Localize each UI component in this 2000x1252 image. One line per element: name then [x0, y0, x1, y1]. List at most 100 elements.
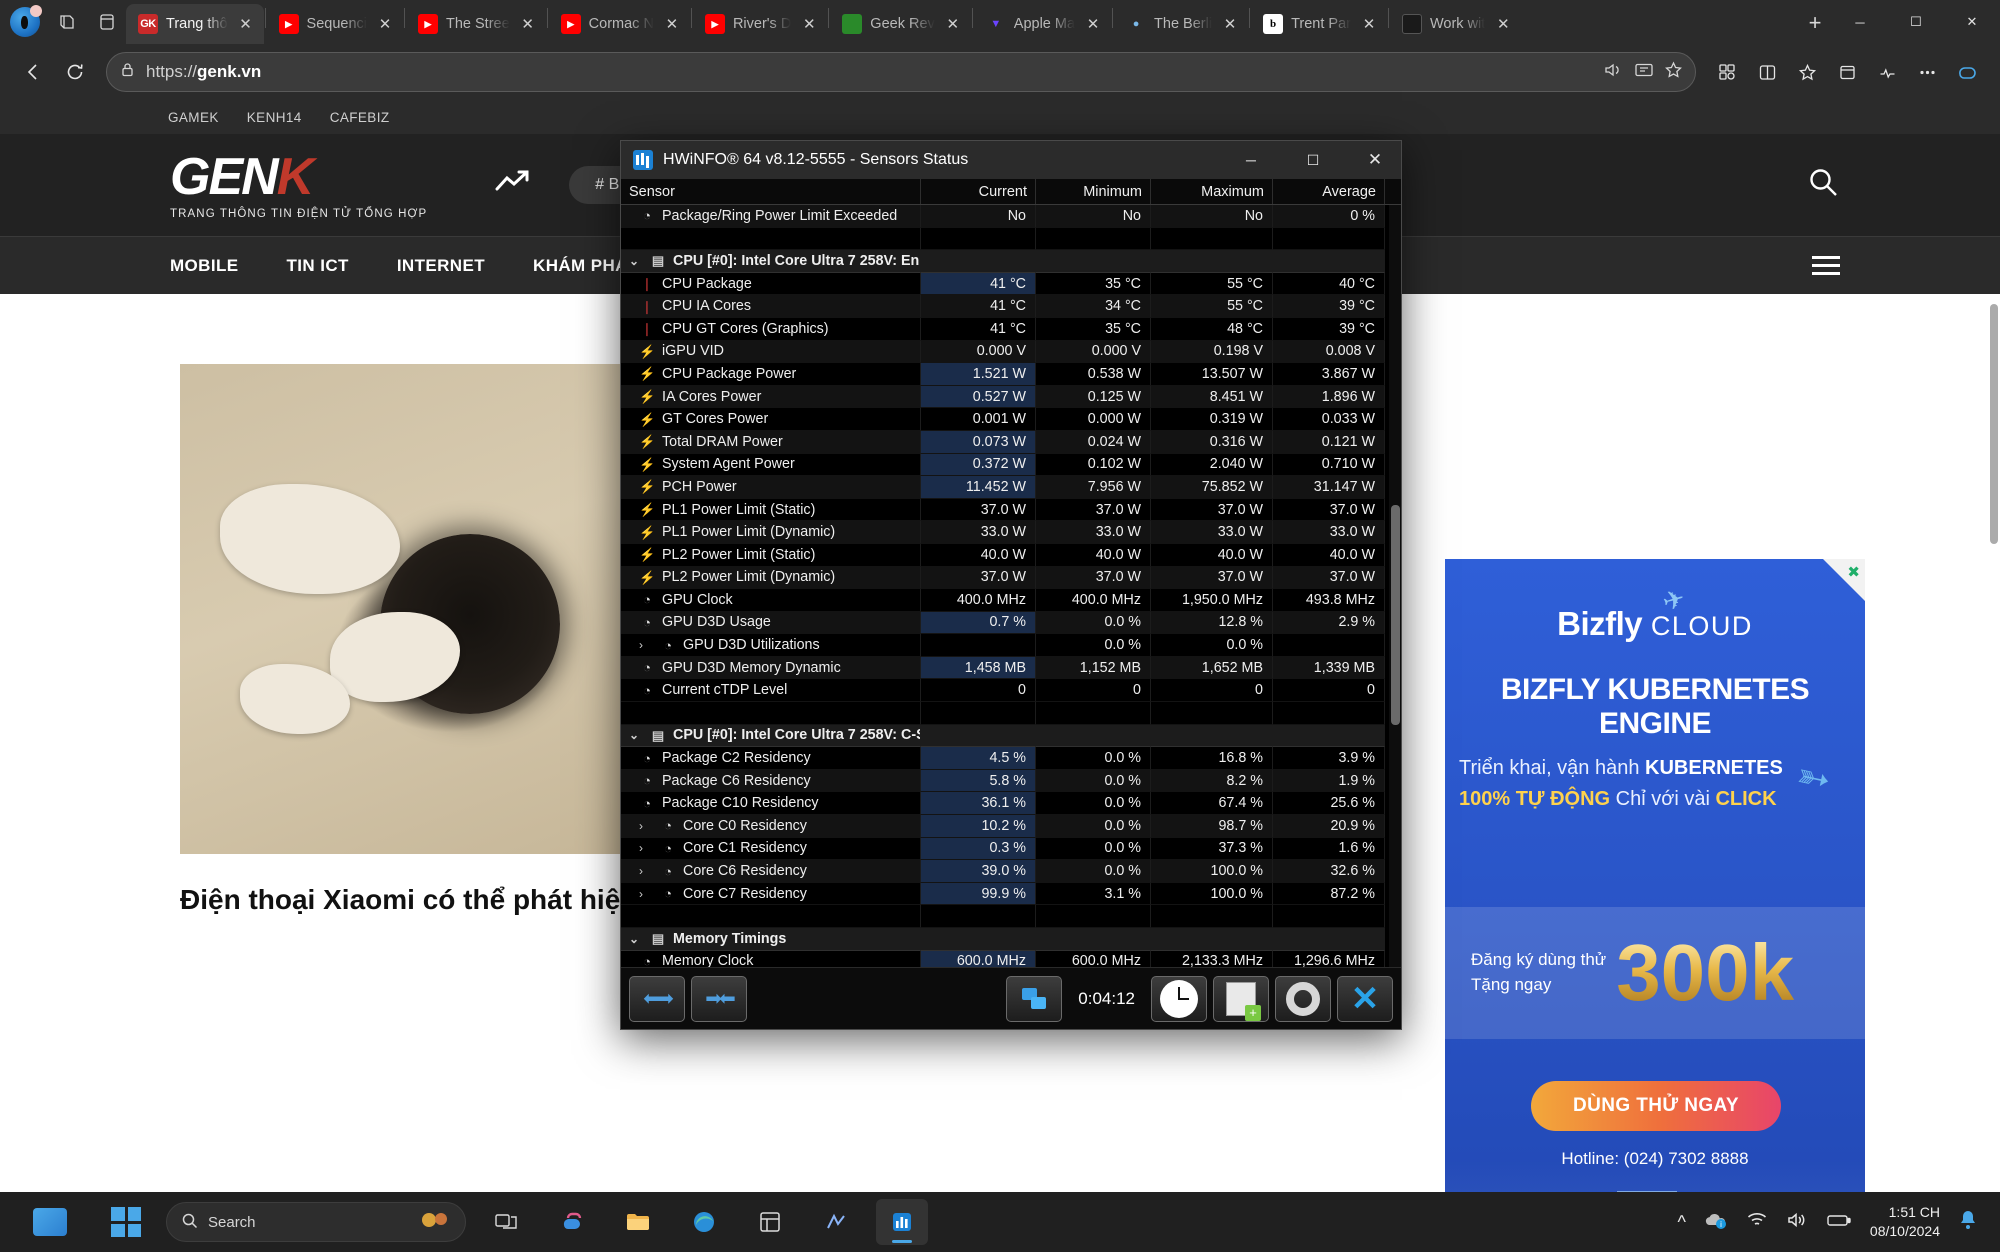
tab-close-icon[interactable]: ✕	[1083, 14, 1103, 34]
browser-tab-4[interactable]: River's D ✕	[693, 4, 827, 44]
hwinfo-sensor-row[interactable]: ◔ GPU D3D Memory Dynamic 1,458 MB 1,152 MB 1…	[621, 656, 1401, 680]
tab-collections-icon[interactable]	[54, 9, 80, 35]
browser-tab-2[interactable]: The Stree ✕	[406, 4, 546, 44]
hwinfo-sensor-row[interactable]: ⚡ GT Cores Power 0.001 W 0.000 W 0.319 W 0.03…	[621, 408, 1401, 431]
settings-button[interactable]	[1275, 975, 1331, 1022]
volume-icon[interactable]	[1786, 1211, 1808, 1234]
chevron-down-icon[interactable]: ⌄	[629, 254, 643, 268]
clock-button[interactable]	[1151, 975, 1207, 1022]
hwinfo-sensor-row[interactable]: ⚡ PL1 Power Limit (Dynamic) 33.0 W 33.0 W 33…	[621, 521, 1401, 544]
chevron-right-icon[interactable]: ›	[639, 638, 653, 652]
hwinfo-header-minimum[interactable]: Minimum	[1036, 179, 1151, 204]
hwinfo-sensor-row[interactable]: ⚡ PL2 Power Limit (Static) 40.0 W 40.0 W 40.…	[621, 543, 1401, 567]
split-screen-icon[interactable]	[1748, 53, 1786, 91]
notifications-bell-icon[interactable]	[1958, 1209, 1978, 1236]
hwinfo-group-row[interactable]: ⌄ ▤ Memory Timings	[621, 928, 1401, 951]
hwinfo-sensor-row[interactable]: ◔ Package C6 Residency 5.8 % 0.0 % 8.2 % 1.9 …	[621, 769, 1401, 793]
hwinfo-sensor-row[interactable]: ⚡ PL2 Power Limit (Dynamic) 37.0 W 37.0 W 37…	[621, 566, 1401, 590]
vertical-tabs-icon[interactable]	[94, 9, 120, 35]
reload-button-icon[interactable]	[56, 53, 94, 91]
browser-tab-6[interactable]: ▼ Apple Ma ✕	[974, 4, 1111, 44]
address-bar[interactable]: https://genk.vn	[106, 52, 1696, 92]
hwinfo-sensor-row[interactable]: ⚡ CPU Package Power 1.521 W 0.538 W 13.507 W…	[621, 363, 1401, 386]
tab-close-icon[interactable]: ✕	[1220, 14, 1240, 34]
hwinfo-sensor-row[interactable]: › ◔ Core C0 Residency 10.2 % 0.0 % 98.7 % 20.9…	[621, 815, 1401, 838]
chevron-down-icon[interactable]: ⌄	[629, 932, 643, 946]
hwinfo-sensor-row[interactable]: ◔ Memory Clock 600.0 MHz 600.0 MHz 2,133.3 M…	[621, 950, 1401, 967]
site-nav-khám-phá[interactable]: KHÁM PHÁ	[533, 256, 628, 276]
tray-expand-icon[interactable]: ^	[1677, 1212, 1685, 1233]
hwinfo-sensor-row[interactable]: › ◔ GPU D3D Utilizations 0.0 % 0.0 %	[621, 634, 1401, 657]
bookmark-kenh14[interactable]: KENH14	[247, 110, 302, 125]
bizfly-advertisement[interactable]: ✖ ✈ Bizfly CLOUD BIZFLY KUBERNETES ENGIN…	[1445, 559, 1865, 1192]
chevron-right-icon[interactable]: ›	[639, 887, 653, 901]
tab-close-icon[interactable]: ✕	[799, 14, 819, 34]
hwinfo-sensor-row[interactable]: ⚡ PL1 Power Limit (Static) 37.0 W 37.0 W 37.…	[621, 498, 1401, 522]
hwinfo-sensor-row[interactable]: ⚡ IA Cores Power 0.527 W 0.125 W 8.451 W 1.89…	[621, 385, 1401, 409]
hwinfo-sensor-row[interactable]: › ◔ Core C1 Residency 0.3 % 0.0 % 37.3 % 1.6 %	[621, 837, 1401, 861]
battery-icon[interactable]	[1826, 1212, 1852, 1233]
onedrive-icon[interactable]: i	[1704, 1211, 1728, 1234]
chevron-down-icon[interactable]: ⌄	[629, 728, 643, 742]
read-aloud-icon[interactable]	[1604, 62, 1624, 83]
tab-close-icon[interactable]: ✕	[1359, 14, 1379, 34]
collapse-columns-button[interactable]: ➡⬅	[691, 975, 747, 1022]
tab-close-icon[interactable]: ✕	[236, 14, 256, 34]
immersive-reader-icon[interactable]	[1634, 62, 1654, 83]
site-nav-tin-ict[interactable]: TIN ICT	[287, 256, 349, 276]
extensions-icon[interactable]	[1708, 53, 1746, 91]
bookmark-cafebiz[interactable]: CAFEBIZ	[330, 110, 390, 125]
start-button[interactable]	[100, 1199, 152, 1245]
browser-close-button[interactable]: ✕	[1944, 0, 2000, 44]
browser-tab-5[interactable]: Geek Rev ✕	[830, 4, 970, 44]
hwinfo-sensor-row[interactable]: ⚡ Total DRAM Power 0.073 W 0.024 W 0.316 W 0.…	[621, 430, 1401, 454]
profile-avatar-icon[interactable]	[10, 5, 42, 37]
tab-close-icon[interactable]: ✕	[1493, 14, 1513, 34]
tab-close-icon[interactable]: ✕	[943, 14, 963, 34]
hwinfo-sensor-row[interactable]: ◔ Current cTDP Level 0 0 0 0	[621, 679, 1401, 703]
hwinfo-sensor-row[interactable]: ◔ Package/Ring Power Limit Exceeded No No No…	[621, 205, 1401, 228]
hwinfo-sensor-row[interactable]: › ◔ Core C6 Residency 39.0 % 0.0 % 100.0 % 32.…	[621, 860, 1401, 883]
edge-browser-button[interactable]	[678, 1199, 730, 1245]
back-button-icon[interactable]	[14, 53, 52, 91]
chevron-right-icon[interactable]: ›	[639, 819, 653, 833]
search-icon[interactable]	[1806, 165, 1840, 206]
hwinfo-sensor-row[interactable]: ❘ CPU IA Cores 41 °C 34 °C 55 °C 39 °C	[621, 295, 1401, 318]
browser-tab-7[interactable]: ● The Berli ✕	[1114, 4, 1248, 44]
tab-close-icon[interactable]: ✕	[518, 14, 538, 34]
hwinfo-header-average[interactable]: Average	[1273, 179, 1385, 204]
ad-cta-button[interactable]: DÙNG THỬ NGAY	[1531, 1081, 1781, 1131]
chevron-right-icon[interactable]: ›	[639, 841, 653, 855]
site-nav-internet[interactable]: INTERNET	[397, 256, 485, 276]
browser-maximize-button[interactable]: ☐	[1888, 0, 1944, 44]
copilot-taskbar-button[interactable]	[546, 1199, 598, 1245]
music-app-button[interactable]	[810, 1199, 862, 1245]
hwinfo-header-sensor[interactable]: Sensor	[621, 179, 921, 204]
browser-tab-0[interactable]: GK Trang thô ✕	[126, 4, 264, 44]
hwinfo-sensor-row[interactable]: › ◔ Core C7 Residency 99.9 % 3.1 % 100.0 % 87.…	[621, 882, 1401, 906]
hwinfo-sensor-row[interactable]: ⚡ System Agent Power 0.372 W 0.102 W 2.040 W…	[621, 453, 1401, 477]
taskbar-clock[interactable]: 1:51 CH 08/10/2024	[1870, 1203, 1940, 1241]
collections-icon[interactable]	[1828, 53, 1866, 91]
copilot-icon[interactable]	[1948, 53, 1986, 91]
site-nav-mobile[interactable]: MOBILE	[170, 256, 239, 276]
hwinfo-maximize-button[interactable]: ☐	[1287, 141, 1339, 179]
tab-close-icon[interactable]: ✕	[662, 14, 682, 34]
menu-icon[interactable]	[1812, 256, 1840, 275]
hwinfo-sensor-row[interactable]: ◔ GPU Clock 400.0 MHz 400.0 MHz 1,950.0 MHz 4…	[621, 589, 1401, 612]
logging-button[interactable]	[1213, 975, 1269, 1022]
favorites-icon[interactable]	[1788, 53, 1826, 91]
more-options-icon[interactable]	[1908, 53, 1946, 91]
hwinfo-sensor-row[interactable]: ◔ GPU D3D Usage 0.7 % 0.0 % 12.8 % 2.9 %	[621, 611, 1401, 635]
hwinfo-taskbar-button[interactable]	[876, 1199, 928, 1245]
browser-essentials-icon[interactable]	[1868, 53, 1906, 91]
expand-columns-button[interactable]: ⬅➡	[629, 975, 685, 1022]
tab-close-icon[interactable]: ✕	[375, 14, 395, 34]
wifi-icon[interactable]	[1746, 1211, 1768, 1234]
page-scrollbar[interactable]	[1990, 304, 1998, 544]
hwinfo-scrollbar-thumb[interactable]	[1391, 505, 1400, 725]
hwinfo-scrollbar[interactable]	[1389, 205, 1401, 967]
hwinfo-exit-button[interactable]: ✕	[1337, 975, 1393, 1022]
chevron-right-icon[interactable]: ›	[639, 864, 653, 878]
taskbar-widgets[interactable]	[0, 1208, 100, 1236]
